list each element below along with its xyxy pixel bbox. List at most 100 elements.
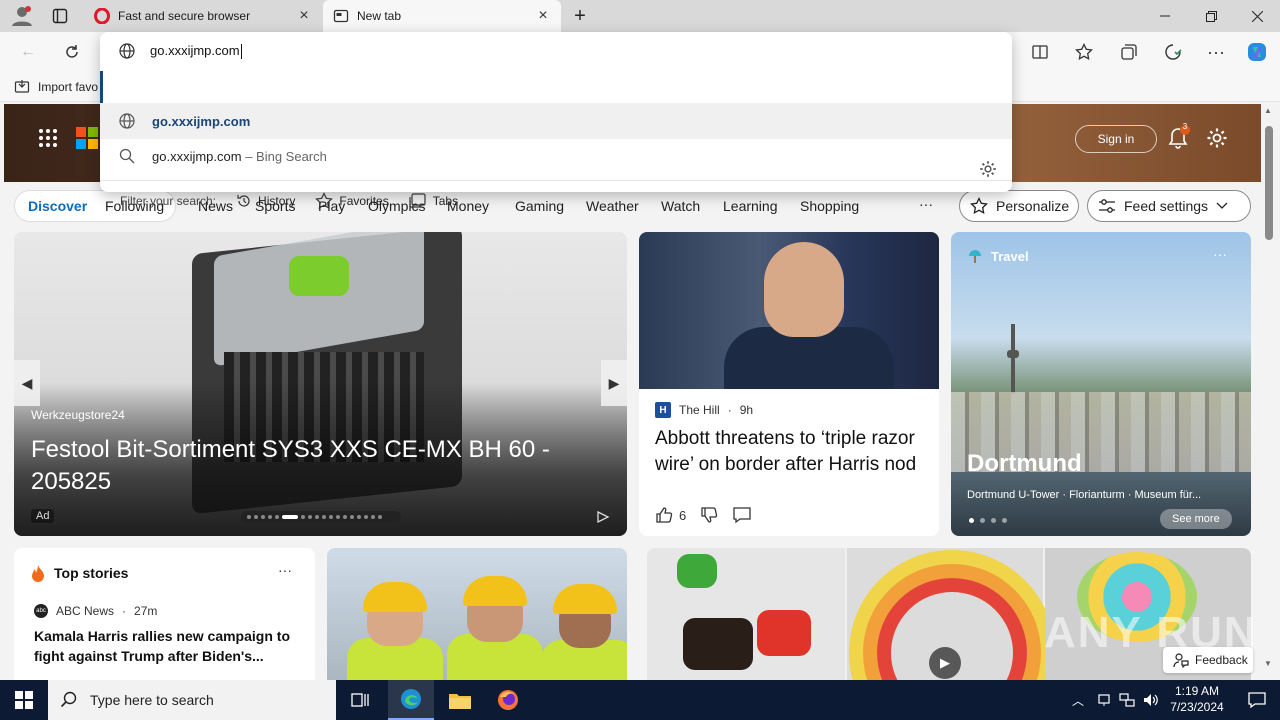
suggestion-bing-search[interactable]: go.xxxijmp.com – Bing Search	[100, 138, 1012, 174]
tab-actions-icon[interactable]	[52, 8, 68, 24]
tray-lan-icon[interactable]	[1116, 680, 1138, 720]
sign-in-button[interactable]: Sign in	[1075, 125, 1157, 153]
filter-history-chip[interactable]: History	[236, 193, 295, 209]
news-card[interactable]: H The Hill · 9h Abbott threatens to ‘tri…	[639, 232, 939, 536]
minimize-icon[interactable]	[1142, 0, 1188, 32]
tab-new-tab[interactable]: New tab ×	[323, 0, 561, 32]
back-icon[interactable]: ←	[16, 40, 40, 64]
opera-icon	[94, 8, 110, 24]
carousel-dot[interactable]	[308, 515, 312, 519]
carousel-dot[interactable]	[268, 515, 272, 519]
page-settings-gear-icon[interactable]	[1206, 127, 1228, 149]
travel-dot-active[interactable]	[969, 518, 974, 523]
ad-title[interactable]: Festool Bit-Sortiment SYS3 XXS CE-MX BH …	[31, 434, 611, 498]
carousel-indicator[interactable]	[241, 511, 401, 523]
taskbar-file-explorer-icon[interactable]	[438, 680, 482, 720]
browser-essentials-icon[interactable]	[1161, 40, 1185, 64]
tray-chevron-up-icon[interactable]: ︿	[1068, 680, 1088, 720]
carousel-dot[interactable]	[315, 515, 319, 519]
travel-subtitle: Dortmund U-Tower · Florianturm · Museum …	[967, 489, 1202, 501]
news-title[interactable]: Abbott threatens to ‘triple razor wire’ …	[655, 426, 925, 478]
apps-launcher-icon[interactable]	[38, 128, 58, 148]
top-stories-title: Top stories	[54, 565, 129, 581]
top-story-source: ABC News	[56, 604, 115, 618]
thumbs-down-icon[interactable]	[700, 506, 718, 524]
adchoices-icon[interactable]	[596, 510, 610, 524]
taskbar-edge-icon[interactable]	[388, 680, 434, 720]
tray-volume-icon[interactable]	[1140, 680, 1162, 720]
carousel-prev-icon[interactable]: ◀	[14, 360, 40, 406]
scroll-up-icon[interactable]: ▲	[1264, 106, 1272, 115]
carousel-dot-active[interactable]	[282, 515, 298, 519]
scroll-down-icon[interactable]: ▼	[1264, 659, 1272, 668]
carousel-dot[interactable]	[322, 515, 326, 519]
carousel-dot[interactable]	[336, 515, 340, 519]
top-story-title[interactable]: Kamala Harris rallies new campaign to fi…	[34, 626, 304, 666]
tray-network-icon[interactable]	[1094, 680, 1114, 720]
suggestion-url[interactable]: go.xxxijmp.com	[100, 103, 1012, 139]
carousel-dot[interactable]	[371, 515, 375, 519]
chevron-down-icon	[1216, 202, 1228, 210]
carousel-dot[interactable]	[364, 515, 368, 519]
collections-icon[interactable]	[1117, 40, 1141, 64]
taskbar-clock[interactable]: 1:19 AM 7/23/2024	[1162, 683, 1232, 715]
carousel-dot[interactable]	[350, 515, 354, 519]
feed-settings-button[interactable]: Feed settings	[1087, 190, 1251, 222]
abc-news-logo-icon: abc	[34, 604, 48, 618]
taskbar-search-box[interactable]: Type here to search	[48, 680, 336, 720]
address-input-value[interactable]: go.xxxijmp.com	[150, 43, 240, 58]
address-bar[interactable]: go.xxxijmp.com	[100, 32, 1012, 70]
carousel-dot[interactable]	[261, 515, 265, 519]
restore-icon[interactable]	[1188, 0, 1234, 32]
start-windows-icon[interactable]	[0, 680, 48, 720]
favorites-star-icon[interactable]	[1072, 40, 1096, 64]
notification-center-icon[interactable]	[1234, 680, 1280, 720]
carousel-dot[interactable]	[357, 515, 361, 519]
filter-favorites-chip[interactable]: Favorites	[315, 191, 389, 210]
carousel-dot[interactable]	[254, 515, 258, 519]
carousel-dot[interactable]	[301, 515, 305, 519]
play-video-icon[interactable]: ▶	[929, 647, 961, 679]
taskbar-firefox-icon[interactable]	[486, 680, 530, 720]
travel-dot[interactable]	[991, 518, 996, 523]
feedback-button[interactable]: Feedback	[1163, 647, 1253, 673]
import-favorites-link[interactable]: Import favo	[14, 79, 98, 95]
ad-card[interactable]: ◀ ▶ Werkzeugstore24 Festool Bit-Sortimen…	[14, 232, 627, 536]
travel-title[interactable]: Dortmund	[967, 450, 1082, 478]
feedback-icon	[1173, 652, 1189, 668]
task-view-icon[interactable]	[340, 680, 380, 720]
travel-carousel-dots[interactable]	[969, 518, 1007, 523]
history-icon	[236, 193, 252, 209]
travel-dot[interactable]	[1002, 518, 1007, 523]
tab-fast-secure-browser[interactable]: Fast and secure browser ×	[84, 0, 322, 32]
scrollbar-thumb[interactable]	[1265, 126, 1273, 240]
close-window-icon[interactable]	[1234, 0, 1280, 32]
carousel-dot[interactable]	[378, 515, 382, 519]
carousel-dot[interactable]	[343, 515, 347, 519]
filter-tabs-chip[interactable]: Tabs	[409, 192, 458, 209]
new-tab-plus-icon[interactable]: +	[570, 5, 590, 27]
like-button[interactable]: 6	[655, 506, 686, 524]
profile-icon[interactable]	[10, 5, 34, 27]
travel-dot[interactable]	[980, 518, 985, 523]
carousel-dot[interactable]	[247, 515, 251, 519]
image-helmet	[463, 576, 527, 606]
top-stories-more-icon[interactable]: ···	[278, 562, 292, 578]
comment-icon[interactable]	[732, 506, 752, 524]
settings-more-icon[interactable]: ···	[1204, 40, 1228, 64]
travel-card[interactable]: Travel ··· Dortmund Dortmund U-Tower · F…	[951, 232, 1251, 536]
carousel-dot[interactable]	[275, 515, 279, 519]
carousel-dot[interactable]	[329, 515, 333, 519]
close-tab-icon[interactable]: ×	[296, 7, 312, 25]
copilot-icon[interactable]	[1245, 40, 1269, 64]
split-screen-icon[interactable]	[1028, 40, 1052, 64]
tab-discover[interactable]: Discover	[28, 198, 87, 214]
carousel-next-icon[interactable]: ▶	[601, 360, 627, 406]
close-tab-icon[interactable]: ×	[535, 7, 551, 25]
refresh-icon[interactable]	[60, 40, 84, 64]
travel-more-icon[interactable]: ···	[1213, 246, 1227, 262]
search-settings-gear-icon[interactable]	[979, 160, 997, 178]
see-more-button[interactable]: See more	[1160, 509, 1232, 529]
workers-image-card[interactable]	[327, 548, 627, 688]
travel-label-row: Travel	[967, 248, 1029, 264]
